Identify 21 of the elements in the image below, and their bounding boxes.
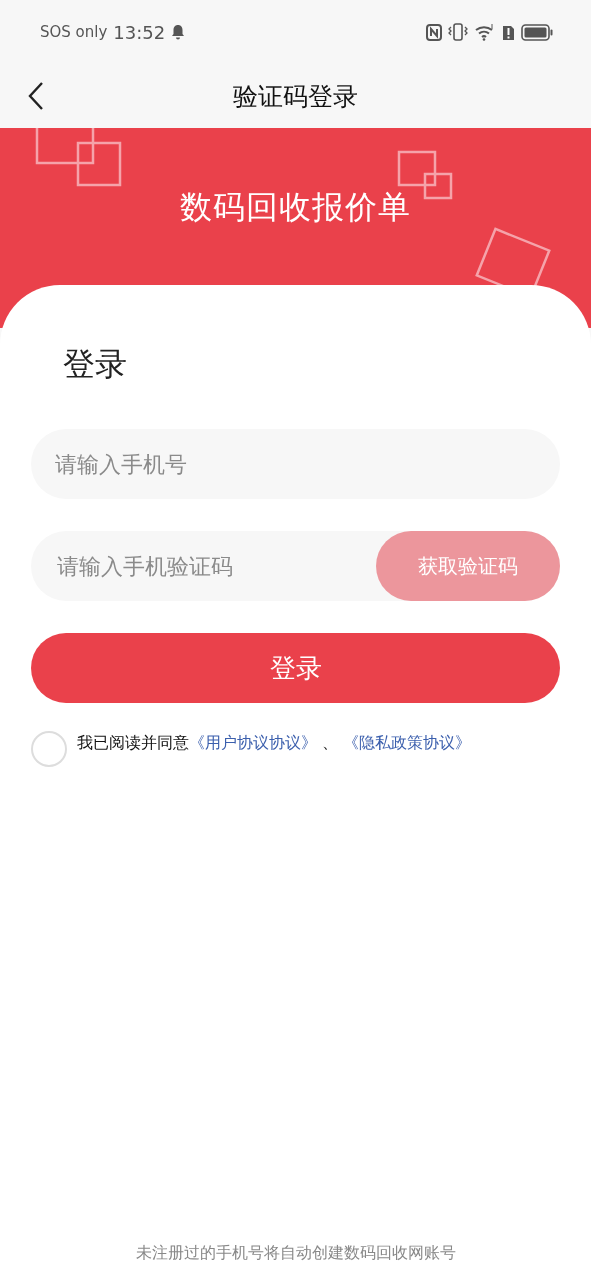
sim-alert-icon — [502, 23, 515, 41]
wifi-icon — [474, 23, 496, 41]
agreement-checkbox[interactable] — [31, 731, 67, 767]
code-input-field[interactable]: 请输入手机验证码 获取验证码 — [31, 531, 560, 601]
bell-icon — [171, 24, 186, 40]
nfc-icon — [426, 23, 442, 41]
chevron-left-icon — [28, 82, 44, 110]
clock-time: 13:52 — [113, 21, 166, 43]
vibrate-icon — [448, 23, 468, 41]
battery-icon — [521, 23, 553, 41]
carrier-text: SOS only — [40, 23, 108, 41]
privacy-policy-link[interactable]: 《隐私政策协议》 — [343, 732, 472, 752]
page-title: 验证码登录 — [233, 80, 358, 113]
user-agreement-link[interactable]: 《用户协议协议》 — [189, 732, 317, 752]
login-title: 登录 — [63, 344, 128, 385]
phone-input-field[interactable]: 请输入手机号 — [31, 429, 560, 499]
banner-title: 数码回收报价单 — [180, 187, 411, 228]
footer-note: 未注册过的手机号将自动创建数码回收网账号 — [134, 1243, 457, 1264]
login-button[interactable]: 登录 — [31, 633, 560, 703]
agreement-text: 我已阅读并同意《用户协议协议》 、 《隐私政策协议》 — [77, 732, 472, 754]
get-code-button[interactable]: 获取验证码 — [376, 531, 560, 601]
